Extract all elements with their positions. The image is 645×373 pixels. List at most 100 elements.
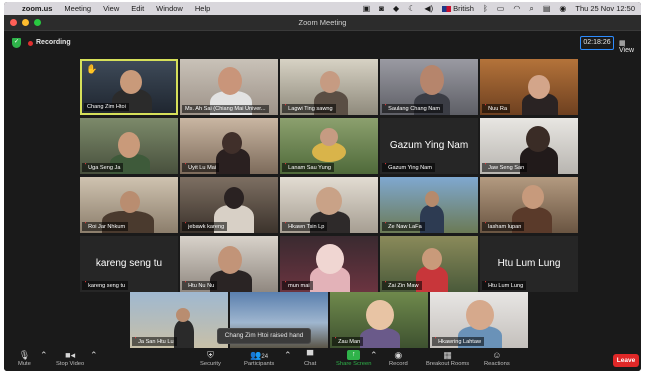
participant-name: 𝄒 mun mai	[282, 281, 313, 290]
window-titlebar: Zoom Meeting	[4, 15, 641, 31]
participant-name: 𝄒 Roi Jar Nhkum	[82, 222, 129, 231]
participant-name: 𝄒 lasham lupan	[482, 222, 525, 231]
muted-mic-icon: 𝄒	[335, 338, 337, 344]
menu-help[interactable]: Help	[195, 4, 210, 13]
share-screen-icon: ↑	[347, 350, 361, 360]
chat-button[interactable]: ▀ Chat	[304, 350, 316, 367]
breakout-rooms-button[interactable]: ▦ Breakout Rooms	[426, 350, 469, 367]
participant-name: 𝄒 Uga Seng Ja	[82, 163, 124, 172]
recording-dot-icon	[28, 41, 33, 46]
zoom-app: zoom.us Meeting View Edit Window Help ▣ …	[4, 2, 641, 371]
participant-tile[interactable]: ✋ Chang Zim Htoi	[80, 59, 178, 115]
input-source[interactable]: British	[442, 4, 474, 13]
record-button[interactable]: ◉ Record	[389, 350, 408, 367]
video-options-caret[interactable]: ⌃	[90, 350, 98, 361]
participant-tile[interactable]: 𝄒 jebawk kareng	[180, 177, 278, 233]
participant-name: 𝄒 Lanam Sau Yung	[282, 163, 334, 172]
muted-mic-icon: 𝄒	[485, 164, 487, 170]
participant-tile[interactable]: 𝄒 Ze Naw LaFa	[380, 177, 478, 233]
participant-name: 𝄒 Gazum Ying Nam	[382, 163, 435, 172]
wifi-icon[interactable]: ◠	[513, 4, 520, 13]
participant-name: 𝄒 Hkawn Tsin Lp	[282, 222, 328, 231]
video-camera-icon: ■◂	[65, 350, 76, 360]
screen-icon[interactable]: ◙	[379, 4, 384, 13]
participant-tile[interactable]: 𝄒 Zau Man	[330, 292, 428, 348]
participant-tile[interactable]: Gazum Ying Nam 𝄒 Gazum Ying Nam	[380, 118, 478, 174]
participant-name: Ms. Ah Sai (Chiang Mai Univer...	[182, 105, 269, 113]
emoji-icon: ☺	[492, 350, 502, 360]
meeting-topbar: ✓ Recording 02:18:26 ▦ View	[4, 32, 641, 54]
share-options-caret[interactable]: ⌃	[370, 350, 378, 361]
meeting-timer: 02:18:26	[580, 36, 614, 50]
recording-label[interactable]: Recording	[36, 39, 71, 46]
participant-display-name: Gazum Ying Nam	[389, 140, 469, 151]
battery-icon[interactable]: ▭	[497, 4, 505, 13]
muted-mic-icon: 𝄒	[285, 223, 287, 229]
participant-display-name: kareng seng tu	[95, 258, 163, 269]
participant-tile[interactable]: 𝄒 Hkawn Tsin Lp	[280, 177, 378, 233]
participant-tile[interactable]: 𝄒 Uga Seng Ja	[80, 118, 178, 174]
flag-icon	[442, 6, 452, 13]
participant-tile[interactable]: 𝄒 Lagwi Ting sawng	[280, 59, 378, 115]
participant-tile[interactable]: 𝄒 Ja San Htu Lu	[130, 292, 228, 348]
participant-name: 𝄒 Nuu Ra	[482, 104, 511, 113]
participants-options-caret[interactable]: ⌃	[284, 350, 292, 361]
participant-tile[interactable]: 𝄒 Saulang Chang Nam	[380, 59, 478, 115]
participant-name: 𝄒 Htu Nu Nu	[182, 281, 218, 290]
menu-app[interactable]: zoom.us	[22, 4, 52, 13]
security-button[interactable]: ⛨ Security	[200, 350, 221, 367]
bluetooth-icon[interactable]: ᛒ	[483, 4, 488, 13]
raised-hand-icon: ✋	[86, 64, 98, 74]
participant-tile[interactable]: Ms. Ah Sai (Chiang Mai Univer...	[180, 59, 278, 115]
participant-tile[interactable]: 𝄒 Zai Zin Maw	[380, 236, 478, 292]
zoom-status-icon[interactable]: ▣	[363, 4, 371, 13]
muted-mic-icon: 𝄒	[485, 282, 487, 288]
view-button[interactable]: ▦ View	[619, 39, 641, 54]
participant-name: 𝄒 Zau Man	[332, 337, 364, 346]
raised-hand-notification: Chang Zim Htoi raised hand	[217, 328, 311, 344]
microphone-icon: 🎙	[18, 350, 31, 360]
participant-display-name: Htu Lum Lung	[497, 258, 561, 269]
stop-video-button[interactable]: ■◂ Stop Video	[56, 350, 84, 367]
menu-edit[interactable]: Edit	[131, 4, 144, 13]
menubar-clock[interactable]: Thu 25 Nov 12:50	[575, 4, 635, 13]
participant-tile[interactable]: 𝄒 Uyit Lu Mai	[180, 118, 278, 174]
meeting-info-shield-icon[interactable]: ✓	[12, 38, 21, 48]
menu-view[interactable]: View	[103, 4, 119, 13]
participant-tile[interactable]: Htu Lum Lung 𝄒 Htu Lum Lung	[480, 236, 578, 292]
participant-tile[interactable]: kareng seng tu 𝄒 kareng seng tu	[80, 236, 178, 292]
muted-mic-icon: 𝄒	[385, 164, 387, 170]
breakout-rooms-icon: ▦	[443, 350, 452, 360]
muted-mic-icon: 𝄒	[185, 223, 187, 229]
leave-button[interactable]: Leave	[613, 354, 639, 367]
participant-tile[interactable]: 𝄒 Hkawring Lahtaw	[430, 292, 528, 348]
participants-icon: 👥24	[250, 350, 269, 360]
notification-icon[interactable]: ◆	[393, 4, 399, 13]
participant-name: 𝄒 jebawk kareng	[182, 222, 228, 231]
participant-tile[interactable]: 𝄒 mun mai	[280, 236, 378, 292]
control-center-icon[interactable]: ▤	[543, 4, 551, 13]
moon-icon[interactable]: ☾	[408, 4, 415, 13]
participant-name: 𝄒 Ze Naw LaFa	[382, 222, 425, 231]
volume-icon[interactable]: ◀)	[424, 4, 433, 13]
muted-mic-icon: 𝄒	[185, 282, 187, 288]
participant-tile[interactable]: 𝄒 Nuu Ra	[480, 59, 578, 115]
reactions-button[interactable]: ☺ Reactions	[484, 350, 510, 367]
menu-window[interactable]: Window	[156, 4, 183, 13]
participants-button[interactable]: 👥24 Participants	[244, 350, 274, 367]
participant-tile[interactable]: 𝄒 Roi Jar Nhkum	[80, 177, 178, 233]
siri-icon[interactable]: ◉	[559, 4, 566, 13]
mute-button[interactable]: 🎙 Mute	[18, 350, 31, 367]
participant-tile[interactable]: 𝄒 Htu Nu Nu	[180, 236, 278, 292]
participant-tile[interactable]: 𝄒 lasham lupan	[480, 177, 578, 233]
search-icon[interactable]: ⌕	[529, 4, 533, 13]
muted-mic-icon: 𝄒	[285, 282, 287, 288]
participant-name: 𝄒 kareng seng tu	[82, 281, 129, 290]
audio-options-caret[interactable]: ⌃	[40, 350, 48, 361]
menu-meeting[interactable]: Meeting	[64, 4, 91, 13]
share-screen-button[interactable]: ↑ Share Screen	[336, 350, 371, 367]
participant-tile[interactable]: 𝄒 Jaw Seng San	[480, 118, 578, 174]
participant-tile[interactable]: 𝄒 Lanam Sau Yung	[280, 118, 378, 174]
muted-mic-icon: 𝄒	[485, 223, 487, 229]
muted-mic-icon: 𝄒	[485, 105, 487, 111]
